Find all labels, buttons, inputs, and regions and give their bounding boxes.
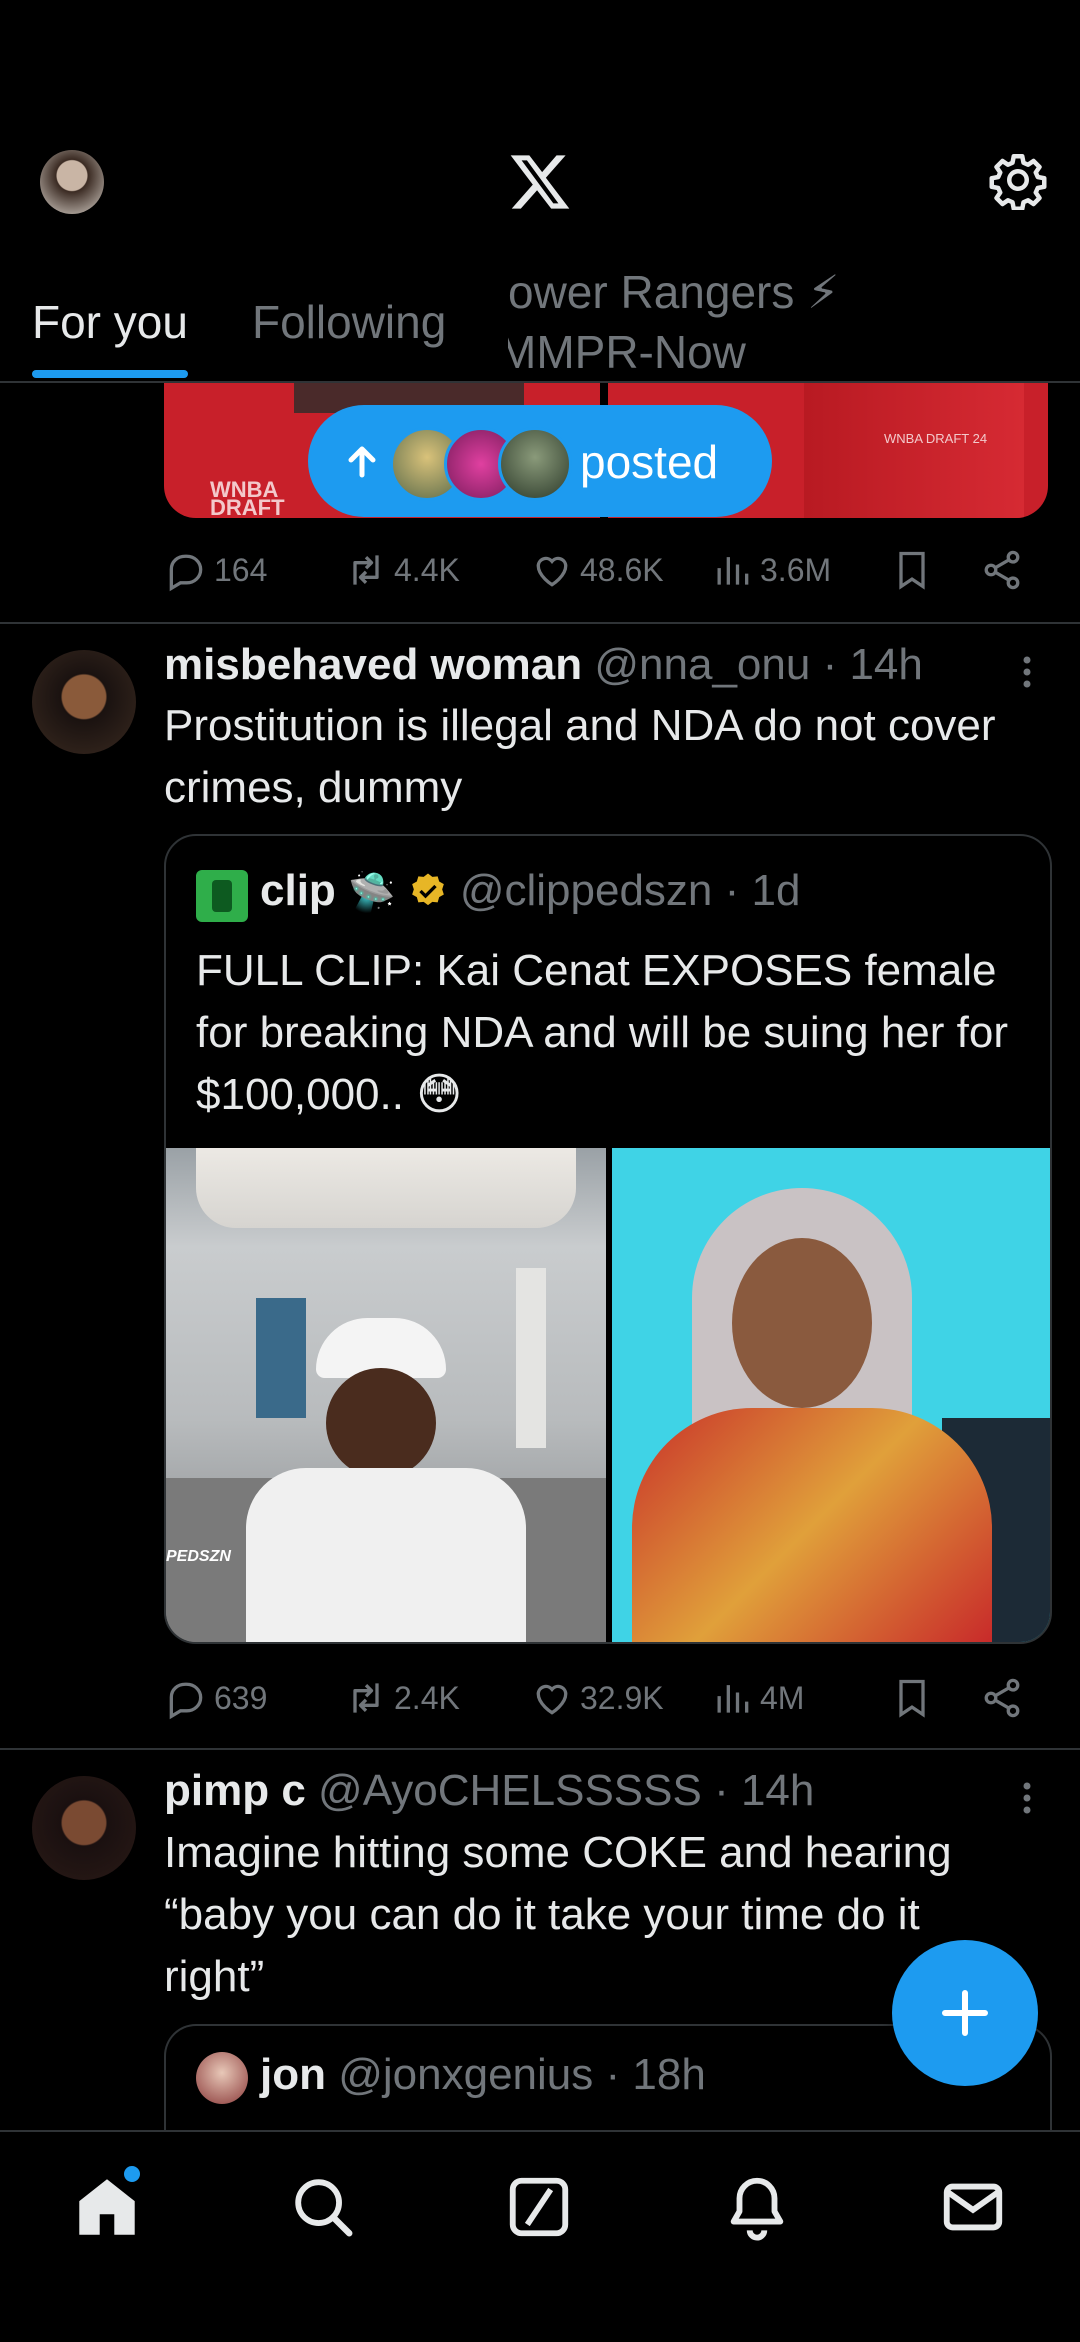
- quote-text: FULL CLIP: Kai Cenat EXPOSES female for …: [196, 946, 1008, 1119]
- tab-label-line2: MMPR-Now: [508, 326, 746, 372]
- grok-icon[interactable]: [504, 2172, 574, 2242]
- like-button[interactable]: 32.9K: [530, 1668, 664, 1728]
- name-emoji: 🛸: [348, 872, 396, 914]
- quote-media-left[interactable]: PEDSZN: [166, 1148, 606, 1642]
- tab-label-line1: ower Rangers ⚡: [508, 266, 840, 318]
- tweet-actions: 639 2.4K 32.9K 4M: [164, 1668, 1044, 1728]
- home-icon[interactable]: [72, 2172, 142, 2242]
- handle[interactable]: @nna_onu: [594, 640, 810, 689]
- avatar[interactable]: [32, 650, 136, 754]
- notifications-icon[interactable]: [722, 2172, 792, 2242]
- new-posts-label: posted: [580, 436, 719, 488]
- display-name[interactable]: pimp c: [164, 1766, 306, 1815]
- bottom-nav: [0, 2130, 1080, 2342]
- repost-count: 4.4K: [394, 551, 460, 588]
- tab-mmpr-now[interactable]: ower Rangers ⚡ MMPR-Now: [508, 262, 1080, 372]
- reply-icon: [169, 554, 203, 592]
- views-button[interactable]: 4M: [710, 1668, 804, 1728]
- header-divider: [0, 381, 1080, 383]
- avatar[interactable]: [32, 1776, 136, 1880]
- timestamp: · 18h: [605, 2050, 706, 2099]
- share-button[interactable]: [980, 540, 1024, 600]
- tweet-header: misbehaved woman @nna_onu · 14h: [164, 640, 923, 690]
- active-tab-indicator: [32, 370, 188, 378]
- views-button[interactable]: 3.6M: [710, 540, 831, 600]
- share-icon: [984, 550, 1020, 590]
- verified-badge-icon: [411, 873, 444, 906]
- repost-icon: [353, 555, 379, 585]
- x-logo-icon[interactable]: [508, 152, 572, 212]
- views-count: 3.6M: [760, 551, 832, 588]
- avatar[interactable]: [196, 2052, 248, 2104]
- views-icon: [717, 1685, 749, 1713]
- gear-icon[interactable]: [988, 150, 1048, 210]
- reply-button[interactable]: 639: [164, 1668, 267, 1728]
- bookmark-icon: [899, 551, 925, 590]
- repost-count: 2.4K: [394, 1679, 460, 1716]
- display-name[interactable]: jon: [260, 2050, 326, 2099]
- tab-for-you[interactable]: For you: [32, 295, 188, 349]
- profile-avatar[interactable]: [40, 150, 104, 214]
- messages-icon[interactable]: [938, 2172, 1008, 2242]
- reply-count: 164: [214, 551, 268, 588]
- quote-header: clip 🛸 @clippedszn · 1d: [260, 866, 800, 916]
- repost-button[interactable]: 4.4K: [344, 540, 460, 600]
- compose-button[interactable]: [892, 1940, 1038, 2086]
- heart-icon: [536, 556, 568, 587]
- timestamp: · 14h: [714, 1766, 815, 1815]
- like-count: 32.9K: [580, 1679, 664, 1716]
- plus-icon: [942, 1990, 988, 2036]
- reply-button[interactable]: 164: [164, 540, 267, 600]
- timestamp: · 1d: [724, 866, 801, 915]
- views-icon: [717, 557, 749, 585]
- tweet-divider: [0, 622, 1080, 624]
- bookmark-icon: [899, 1679, 925, 1718]
- quote-header: jon @jonxgenius · 18h: [260, 2050, 706, 2100]
- tweet-divider: [0, 1748, 1080, 1750]
- heart-icon: [536, 1684, 568, 1715]
- display-name[interactable]: misbehaved woman: [164, 640, 582, 689]
- bookmark-button[interactable]: [890, 1668, 934, 1728]
- avatar[interactable]: [196, 870, 248, 922]
- reply-icon: [169, 1682, 203, 1720]
- more-options-icon[interactable]: [1010, 652, 1044, 692]
- bookmark-button[interactable]: [890, 540, 934, 600]
- timestamp: · 14h: [822, 640, 923, 689]
- arrow-up-icon: [348, 446, 376, 478]
- like-count: 48.6K: [580, 551, 664, 588]
- handle[interactable]: @jonxgenius: [338, 2050, 593, 2099]
- tweet-header: pimp c @AyoCHELSSSSS · 14h: [164, 1766, 814, 1816]
- image-caption-left: WNBA DRAFT: [210, 477, 285, 519]
- tab-label: Following: [252, 296, 447, 348]
- tweet-actions: 164 4.4K 48.6K 3.6M: [164, 540, 1044, 600]
- reply-count: 639: [214, 1679, 268, 1716]
- tweet-text: Imagine hitting some COKE and hearing “b…: [164, 1828, 952, 2001]
- like-button[interactable]: 48.6K: [530, 540, 664, 600]
- share-button[interactable]: [980, 1668, 1024, 1728]
- handle[interactable]: @clippedszn: [460, 866, 713, 915]
- quote-media-right[interactable]: [612, 1148, 1050, 1642]
- new-posts-pill[interactable]: posted: [308, 405, 772, 517]
- tab-label: For you: [32, 296, 188, 348]
- pill-avatar-3: [498, 427, 572, 501]
- image-caption-right: WNBA DRAFT 24: [884, 431, 988, 446]
- repost-icon: [353, 1683, 379, 1713]
- more-options-icon[interactable]: [1010, 1778, 1044, 1818]
- tweet-text: Prostitution is illegal and NDA do not c…: [164, 701, 996, 812]
- share-icon: [984, 1678, 1020, 1718]
- repost-button[interactable]: 2.4K: [344, 1668, 460, 1728]
- watermark-text: PEDSZN: [166, 1548, 231, 1565]
- search-icon[interactable]: [288, 2172, 358, 2242]
- quoted-tweet[interactable]: clip 🛸 @clippedszn · 1d FULL CLIP: Kai C…: [164, 834, 1052, 1644]
- views-count: 4M: [760, 1679, 805, 1716]
- tab-following[interactable]: Following: [252, 295, 446, 349]
- home-notification-dot: [124, 2166, 140, 2182]
- top-bar: For you Following ower Rangers ⚡ MMPR-No…: [0, 0, 1080, 383]
- handle[interactable]: @AyoCHELSSSSS: [318, 1766, 702, 1815]
- display-name[interactable]: clip: [260, 866, 336, 915]
